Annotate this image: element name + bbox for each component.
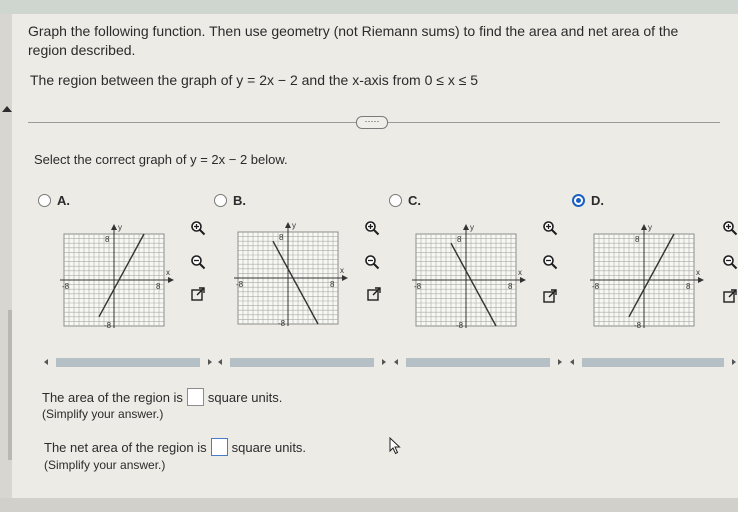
graph-a-scrollbar[interactable]: [44, 356, 212, 369]
net-area-prefix: The net area of the region is: [44, 439, 207, 455]
zoom-in-icon[interactable]: [542, 220, 558, 236]
question-instruction: Graph the following function. Then use g…: [28, 23, 679, 58]
scroll-left-icon[interactable]: [44, 359, 48, 365]
graph-d-scrollbar[interactable]: [570, 356, 736, 369]
y-axis-label: y: [292, 221, 296, 230]
x-tick-label-pos: 8: [686, 282, 691, 291]
y-axis-label: y: [470, 223, 474, 232]
popout-icon[interactable]: [366, 286, 382, 302]
more-button[interactable]: ·····: [356, 116, 388, 129]
y-axis-label: y: [648, 223, 652, 232]
y-tick-label-neg: -8: [456, 321, 464, 330]
y-tick-label-neg: -8: [634, 321, 642, 330]
zoom-out-icon[interactable]: [190, 254, 206, 270]
option-c[interactable]: C.: [389, 193, 421, 208]
scroll-right-icon[interactable]: [382, 359, 386, 365]
collapse-arrow-icon[interactable]: [2, 106, 12, 112]
scroll-track[interactable]: [406, 358, 550, 367]
scroll-track[interactable]: [582, 358, 724, 367]
y-axis-label: y: [118, 223, 122, 232]
zoom-out-icon[interactable]: [722, 254, 738, 270]
zoom-out-icon[interactable]: [542, 254, 558, 270]
option-d-label: D.: [591, 193, 604, 208]
scroll-left-icon[interactable]: [570, 359, 574, 365]
scroll-track[interactable]: [56, 358, 200, 367]
x-axis-label: x: [518, 268, 522, 277]
scroll-track[interactable]: [230, 358, 374, 367]
popout-icon[interactable]: [722, 288, 738, 304]
y-tick-label-pos: 8: [457, 235, 462, 244]
option-c-label: C.: [408, 193, 421, 208]
zoom-in-icon[interactable]: [364, 220, 380, 236]
graph-option-b: y x 8 8 -8 -8: [234, 221, 348, 328]
net-area-answer-row: The net area of the region is square uni…: [44, 438, 306, 456]
net-area-suffix: square units.: [231, 439, 307, 455]
x-tick-label-pos: 8: [156, 282, 161, 291]
y-tick-label-neg: -8: [104, 321, 112, 330]
area-input[interactable]: [186, 388, 204, 406]
graph-grid: [60, 224, 174, 328]
zoom-in-icon[interactable]: [722, 220, 738, 236]
graph-option-c: y x 8 8 -8 -8: [412, 223, 526, 330]
popout-icon[interactable]: [190, 286, 206, 302]
option-a[interactable]: A.: [38, 193, 70, 208]
x-axis-label: x: [696, 268, 700, 277]
left-strip: [0, 14, 15, 512]
x-tick-label-neg: -8: [62, 282, 70, 291]
bottom-bar: [0, 498, 738, 512]
net-area-hint: (Simplify your answer.): [44, 458, 166, 472]
graph-grid: [590, 224, 704, 328]
popout-icon[interactable]: [542, 288, 558, 304]
area-prefix: The area of the region is: [42, 389, 183, 405]
x-tick-label-neg: -8: [414, 282, 422, 291]
region-description: The region between the graph of y = 2x −…: [30, 72, 479, 88]
radio-option-d[interactable]: [572, 194, 585, 207]
y-tick-label-neg: -8: [278, 319, 286, 328]
option-b-label: B.: [233, 193, 246, 208]
scroll-right-icon[interactable]: [558, 359, 562, 365]
option-d[interactable]: D.: [572, 193, 604, 208]
scroll-left-icon[interactable]: [218, 359, 222, 365]
net-area-input[interactable]: [210, 438, 228, 456]
option-b[interactable]: B.: [214, 193, 246, 208]
top-bar: [0, 0, 738, 14]
x-axis-label: x: [166, 268, 170, 277]
graph-option-a: y x 8 8 -8 -8: [60, 223, 174, 330]
mouse-cursor-icon: [389, 437, 401, 455]
x-tick-label-neg: -8: [236, 280, 244, 289]
y-tick-label-pos: 8: [105, 235, 110, 244]
graph-b-scrollbar[interactable]: [218, 356, 386, 369]
x-axis-label: x: [340, 266, 344, 275]
zoom-out-icon[interactable]: [364, 254, 380, 270]
y-tick-label-pos: 8: [279, 233, 284, 242]
graph-option-d: y x 8 8 -8 -8: [590, 223, 704, 330]
radio-option-a[interactable]: [38, 194, 51, 207]
radio-option-b[interactable]: [214, 194, 227, 207]
x-tick-label-neg: -8: [592, 282, 600, 291]
select-prompt: Select the correct graph of y = 2x − 2 b…: [34, 152, 288, 167]
scroll-right-icon[interactable]: [732, 359, 736, 365]
graph-c-scrollbar[interactable]: [394, 356, 562, 369]
area-suffix: square units.: [207, 389, 283, 405]
scroll-left-icon[interactable]: [394, 359, 398, 365]
area-hint: (Simplify your answer.): [42, 407, 164, 421]
radio-option-c[interactable]: [389, 194, 402, 207]
scroll-right-icon[interactable]: [208, 359, 212, 365]
zoom-in-icon[interactable]: [190, 220, 206, 236]
x-tick-label-pos: 8: [330, 280, 335, 289]
y-tick-label-pos: 8: [635, 235, 640, 244]
area-answer-row: The area of the region is square units.: [42, 388, 282, 406]
option-a-label: A.: [57, 193, 70, 208]
x-tick-label-pos: 8: [508, 282, 513, 291]
